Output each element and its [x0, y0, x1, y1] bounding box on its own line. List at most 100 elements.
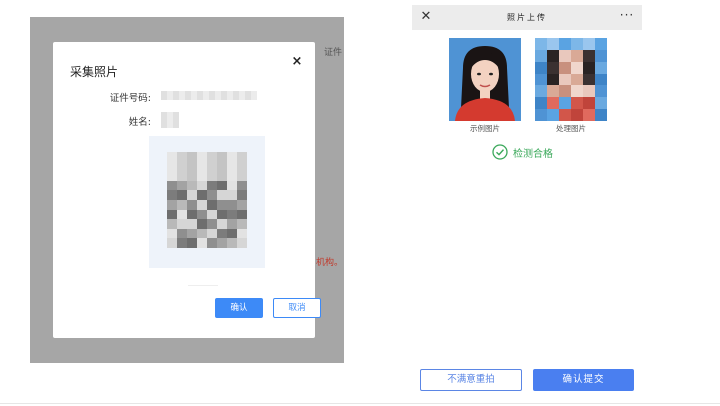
mosaic-pixel — [559, 109, 571, 121]
mosaic-pixel — [177, 209, 187, 220]
mosaic-pixel — [197, 238, 207, 248]
mosaic-pixel — [583, 85, 595, 98]
mosaic-pixel — [207, 209, 217, 220]
mosaic-pixel — [207, 200, 217, 210]
check-circle-icon — [492, 144, 508, 160]
mosaic-pixel — [167, 238, 177, 248]
mosaic-pixel — [547, 97, 559, 110]
mosaic-pixel — [547, 49, 559, 62]
mosaic-pixel — [197, 171, 207, 181]
mobile-screen: ✕ 照片上传 ··· 示例图片 处理图片 检测合格 不满意重拍 确认提交 — [412, 5, 642, 400]
processed-photo-caption: 处理图片 — [556, 124, 586, 133]
mosaic-pixel — [217, 171, 227, 181]
captured-photo — [167, 152, 247, 248]
mosaic-pixel — [167, 209, 177, 220]
mosaic-pixel — [595, 85, 607, 98]
mosaic-pixel — [595, 61, 607, 74]
mosaic-pixel — [197, 200, 207, 210]
mosaic-pixel — [571, 73, 583, 86]
mosaic-pixel — [583, 73, 595, 86]
desktop-screen: 证件 机构。 采集照片 × 证件号码: 姓名: 确认 取消 — [30, 17, 344, 363]
mosaic-pixel — [595, 38, 607, 50]
mosaic-pixel — [535, 73, 547, 86]
close-icon[interactable]: × — [289, 54, 305, 70]
mosaic-pixel — [217, 180, 227, 191]
sample-portrait-image — [449, 38, 521, 121]
mosaic-pixel — [217, 161, 227, 172]
mosaic-pixel — [535, 109, 547, 121]
mosaic-pixel — [227, 209, 237, 220]
mosaic-pixel — [583, 49, 595, 62]
mosaic-pixel — [571, 49, 583, 62]
mosaic-pixel — [535, 49, 547, 62]
mosaic-pixel — [177, 190, 187, 200]
mosaic-pixel — [177, 200, 187, 210]
mosaic-pixel — [197, 161, 207, 172]
mosaic-pixel — [237, 238, 247, 248]
mosaic-pixel — [207, 228, 217, 239]
mosaic-pixel — [237, 161, 247, 172]
sample-photo-caption: 示例图片 — [470, 124, 500, 133]
divider — [0, 403, 720, 404]
mosaic-pixel — [547, 109, 559, 121]
mosaic-pixel — [583, 38, 595, 50]
mosaic-pixel — [197, 209, 207, 220]
mosaic-pixel — [237, 190, 247, 200]
mosaic-pixel — [237, 209, 247, 220]
mosaic-pixel — [571, 85, 583, 98]
mosaic-pixel — [227, 200, 237, 210]
mosaic-pixel — [583, 97, 595, 110]
mosaic-pixel — [237, 180, 247, 191]
mosaic-pixel — [559, 85, 571, 98]
mosaic-pixel — [227, 238, 237, 248]
mosaic-pixel — [217, 219, 227, 229]
mosaic-pixel — [227, 228, 237, 239]
mosaic-pixel — [547, 61, 559, 74]
more-dots-icon[interactable]: ··· — [617, 8, 637, 24]
mosaic-pixel — [535, 38, 547, 50]
mosaic-pixel — [187, 238, 197, 248]
submit-button[interactable]: 确认提交 — [533, 369, 634, 391]
sample-photo — [449, 38, 521, 121]
mosaic-pixel — [167, 152, 177, 162]
mosaic-pixel — [187, 190, 197, 200]
mosaic-pixel — [535, 61, 547, 74]
processed-photo — [535, 38, 607, 121]
retake-button[interactable]: 不满意重拍 — [420, 369, 522, 391]
mosaic-pixel — [177, 161, 187, 172]
confirm-button[interactable]: 确认 — [215, 298, 263, 318]
mosaic-pixel — [583, 61, 595, 74]
mosaic-pixel — [227, 152, 237, 162]
check-status-text: 检测合格 — [513, 148, 553, 160]
mosaic-pixel — [571, 97, 583, 110]
mosaic-pixel — [187, 180, 197, 191]
mosaic-pixel — [237, 152, 247, 162]
mosaic-pixel — [197, 190, 207, 200]
mosaic-pixel — [237, 200, 247, 210]
mosaic-pixel — [197, 228, 207, 239]
mosaic-pixel — [559, 38, 571, 50]
name-label: 姓名: — [128, 117, 151, 128]
mosaic-pixel — [187, 161, 197, 172]
captured-photo-frame — [149, 136, 265, 268]
mosaic-pixel — [237, 219, 247, 229]
mosaic-pixel — [595, 73, 607, 86]
mosaic-pixel — [571, 38, 583, 50]
mosaic-pixel — [187, 219, 197, 229]
mosaic-pixel — [559, 61, 571, 74]
mosaic-pixel — [227, 219, 237, 229]
mosaic-pixel — [167, 190, 177, 200]
mosaic-pixel — [207, 219, 217, 229]
capture-photo-modal: 采集照片 × 证件号码: 姓名: 确认 取消 — [53, 42, 321, 338]
mosaic-pixel — [167, 161, 177, 172]
mosaic-pixel — [227, 180, 237, 191]
mosaic-pixel — [167, 200, 177, 210]
mosaic-pixel — [177, 238, 187, 248]
mosaic-pixel — [177, 171, 187, 181]
mosaic-pixel — [559, 49, 571, 62]
mosaic-pixel — [197, 152, 207, 162]
cancel-button[interactable]: 取消 — [273, 298, 321, 318]
mosaic-pixel — [217, 228, 227, 239]
mosaic-pixel — [571, 61, 583, 74]
id-number-label: 证件号码: — [109, 93, 151, 104]
